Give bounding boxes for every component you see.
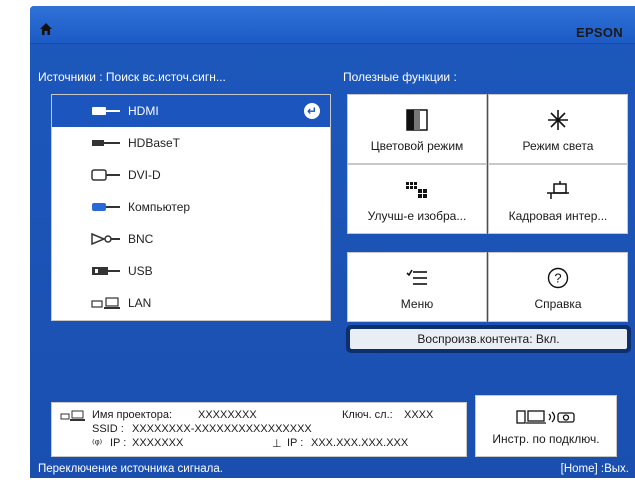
source-label: Компьютер [128, 200, 191, 214]
source-item-bnc[interactable]: BNC [52, 223, 330, 255]
function-label: Режим света [522, 139, 594, 153]
color-mode-button[interactable]: Цветовой режим [347, 94, 487, 164]
help-button[interactable]: ? Справка [488, 252, 628, 322]
source-item-dvi[interactable]: DVI-D [52, 159, 330, 191]
menu-button[interactable]: Меню [347, 252, 487, 322]
bnc-icon [91, 232, 120, 246]
hdmi-icon [92, 107, 120, 115]
function-label: Кадровая интер... [508, 209, 608, 223]
projector-name-value: XXXXXXXX [198, 409, 257, 421]
color-mode-icon [406, 109, 428, 131]
top-bar: EPSON [30, 6, 635, 44]
status-bar: Переключение источника сигнала. [Home] :… [30, 463, 635, 478]
content-playback-toggle[interactable]: Воспроизв.контента: Вкл. [346, 325, 631, 353]
ip-wired-label: IP : [287, 437, 304, 449]
lan-icon [60, 410, 85, 421]
source-list: HDMI ↵ HDBaseT DVI-D Компьютер BNC USB L… [51, 94, 331, 321]
ip-wired-value: XXX.XXX.XXX.XXX [311, 437, 409, 449]
function-label: Улучш-е изобра... [367, 209, 467, 223]
source-label: HDBaseT [128, 136, 181, 150]
image-enhance-button[interactable]: Улучш-е изобра... [347, 164, 487, 234]
brand-logo: EPSON [575, 25, 623, 40]
key-label: Ключ. сл.: [342, 409, 393, 421]
frame-interpolation-icon [547, 181, 569, 199]
connection-guide-button[interactable]: Инстр. по подключ. [475, 395, 617, 457]
source-item-hdmi[interactable]: HDMI ↵ [52, 95, 330, 127]
hdbaset-icon [92, 140, 120, 146]
functions-heading: Полезные функции : [343, 70, 457, 84]
wifi-icon: ⁽ᵠ⁾ [92, 438, 103, 450]
source-item-usb[interactable]: USB [52, 255, 330, 287]
help-icon: ? [547, 267, 569, 289]
source-label: LAN [128, 296, 152, 310]
key-value: XXXX [404, 409, 434, 421]
source-label: USB [128, 264, 153, 278]
connection-guide-label: Инстр. по подключ. [492, 432, 600, 446]
dvi-icon [91, 169, 120, 181]
image-enhance-icon [406, 182, 427, 198]
enter-icon: ↵ [304, 103, 320, 119]
home-screen: EPSON Источники : Поиск вс.источ.сигн...… [30, 6, 635, 478]
source-label: BNC [128, 232, 154, 246]
ssid-label: SSID : [92, 423, 124, 435]
ip-wireless-label: IP : [110, 437, 127, 449]
usb-icon [92, 267, 120, 275]
sources-heading: Источники : Поиск вс.источ.сигн... [38, 70, 226, 84]
light-mode-icon [548, 110, 568, 130]
source-item-computer[interactable]: Компьютер [52, 191, 330, 223]
menu-icon [406, 269, 427, 285]
ssid-value: XXXXXXXX-XXXXXXXXXXXXXXXX [132, 423, 312, 435]
svg-text:?: ? [554, 271, 561, 286]
network-info-panel: Имя проектора: XXXXXXXX Ключ. сл.: XXXX … [51, 402, 467, 457]
source-item-lan[interactable]: LAN [52, 287, 330, 319]
projector-name-label: Имя проектора: [92, 409, 173, 421]
status-hint: Переключение источника сигнала. [38, 463, 223, 475]
source-item-hdbaset[interactable]: HDBaseT [52, 127, 330, 159]
lan-icon [91, 297, 120, 309]
exit-hint: [Home] :Вых. [560, 463, 629, 475]
wired-lan-icon: ⊥ [272, 438, 282, 450]
ip-wireless-value: XXXXXXX [132, 437, 184, 449]
function-label: Цветовой режим [370, 139, 464, 153]
frame-interpolation-button[interactable]: Кадровая интер... [488, 164, 628, 234]
function-label: Справка [534, 297, 582, 311]
light-mode-button[interactable]: Режим света [488, 94, 628, 164]
source-label: HDMI [128, 104, 159, 118]
connection-guide-icon [516, 410, 575, 424]
source-label: DVI-D [128, 168, 161, 182]
content-playback-label: Воспроизв.контента: Вкл. [350, 329, 627, 349]
home-icon[interactable] [39, 22, 53, 36]
function-label: Меню [400, 297, 434, 311]
computer-vga-icon [92, 203, 120, 211]
